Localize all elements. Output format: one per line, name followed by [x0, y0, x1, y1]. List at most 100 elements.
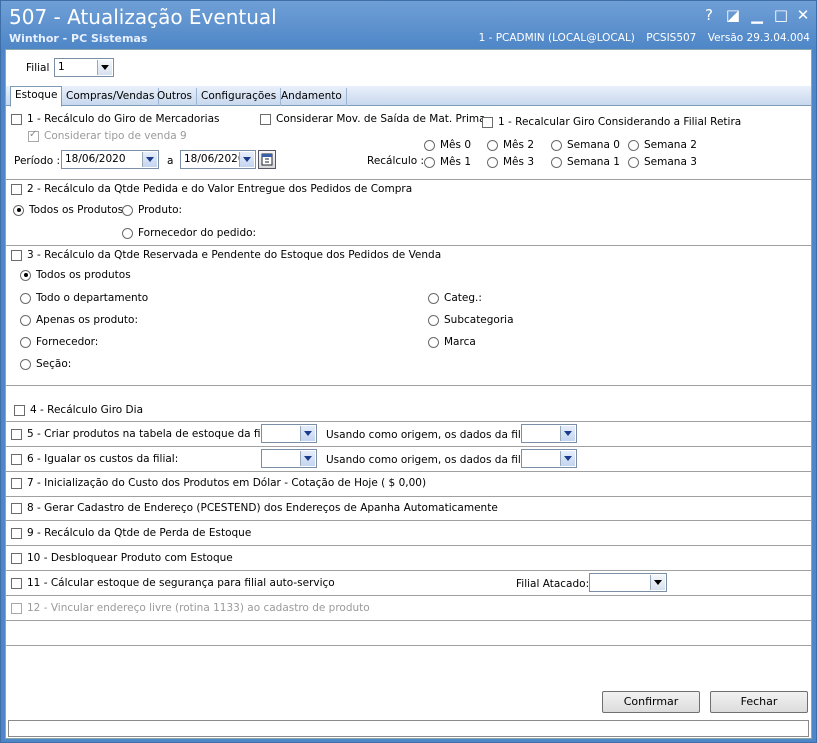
help-icon[interactable]: ?	[699, 6, 719, 24]
divider	[6, 446, 811, 447]
radio-label: Fornecedor do pedido:	[138, 227, 257, 239]
giro-checkbox[interactable]: 1 - Recálculo do Giro de Mercadorias	[11, 113, 220, 125]
radio-mes1[interactable]: Mês 1	[424, 156, 471, 168]
maximize-icon[interactable]: □	[771, 6, 791, 24]
sec2-radio-fornecedor[interactable]: Fornecedor do pedido:	[122, 227, 256, 239]
chevron-down-icon[interactable]	[300, 451, 315, 466]
radio-semana2[interactable]: Semana 2	[628, 139, 697, 151]
sec11-checkbox[interactable]: 11 - Cálcular estoque de segurança para …	[11, 577, 335, 589]
tab-andamento[interactable]: Andamento	[277, 88, 347, 106]
sec7-checkbox[interactable]: 7 - Inicialização do Custo dos Produtos …	[11, 477, 426, 489]
date-to-value: 18/06/2020	[184, 153, 245, 165]
restore-icon[interactable]: ◪	[723, 6, 743, 24]
checkbox-box[interactable]	[11, 113, 22, 125]
radio-mes2[interactable]: Mês 2	[487, 139, 534, 151]
tab-outros[interactable]: Outros	[153, 88, 198, 106]
radio-semana3[interactable]: Semana 3	[628, 156, 697, 168]
sec6-filial-select[interactable]	[261, 449, 317, 468]
radio-semana0[interactable]: Semana 0	[551, 139, 620, 151]
chevron-down-icon[interactable]	[97, 60, 112, 75]
tab-estoque[interactable]: Estoque	[10, 86, 63, 107]
radio-semana1[interactable]: Semana 1	[551, 156, 620, 168]
sec3-radio-secao[interactable]: Seção:	[20, 358, 71, 370]
sec6-checkbox[interactable]: 6 - Igualar os custos da filial:	[11, 453, 178, 465]
sec5-filial-select[interactable]	[261, 424, 317, 443]
filial-select[interactable]: 1	[54, 58, 114, 77]
chevron-down-icon[interactable]	[560, 426, 575, 441]
sec3-label: 3 - Recálculo da Qtde Reservada e Penden…	[27, 249, 442, 261]
user-info: 1 - PCADMIN (LOCAL@LOCAL)	[478, 32, 635, 44]
chevron-down-icon[interactable]	[650, 575, 665, 590]
divider	[6, 520, 811, 521]
sec2-radio-todos[interactable]: Todos os Produtos	[13, 204, 123, 216]
radio-label: Seção:	[36, 358, 72, 370]
close-icon[interactable]: ✕	[793, 6, 813, 24]
fechar-button[interactable]: Fechar	[710, 691, 808, 713]
radio-label: Mês 0	[440, 139, 472, 151]
sec3-radio-apenas[interactable]: Apenas os produto:	[20, 314, 138, 326]
chevron-down-icon[interactable]	[142, 152, 157, 167]
mov-saida-checkbox[interactable]: Considerar Mov. de Saída de Mat. Prima	[260, 113, 486, 125]
divider	[6, 421, 811, 422]
tab-strip: Estoque Compras/Vendas Outros Configuraç…	[6, 86, 811, 107]
filial-atacado-select[interactable]	[589, 573, 667, 592]
filial-retira-checkbox[interactable]: 1 - Recalcular Giro Considerando a Filia…	[482, 116, 741, 128]
minimize-icon[interactable]: ▁	[747, 6, 767, 24]
radio-label: Apenas os produto:	[36, 314, 139, 326]
confirmar-button[interactable]: Confirmar	[602, 691, 700, 713]
checkbox-box[interactable]	[482, 116, 493, 128]
sec9-checkbox[interactable]: 9 - Recálculo da Qtde de Perda de Estoqu…	[11, 527, 251, 539]
filial-value: 1	[58, 61, 65, 73]
sec2-checkbox[interactable]: 2 - Recálculo da Qtde Pedida e do Valor …	[11, 183, 412, 195]
calendar-icon[interactable]	[258, 150, 276, 169]
chevron-down-icon[interactable]	[239, 152, 254, 167]
sec6-origem-select[interactable]	[521, 449, 577, 468]
radio-label: Categ.:	[444, 292, 482, 304]
sec4-checkbox[interactable]: 4 - Recálculo Giro Dia	[14, 404, 143, 416]
recalculo-label: Recálculo :	[367, 155, 425, 167]
window-title: 507 - Atualização Eventual	[9, 5, 277, 29]
sec6-origem-label: Usando como origem, os dados da filial:	[326, 454, 537, 466]
date-to-picker[interactable]: 18/06/2020	[180, 150, 256, 169]
divider	[6, 496, 811, 497]
checkbox-box[interactable]	[260, 113, 271, 125]
radio-label: Semana 3	[644, 156, 697, 168]
sec3-radio-categ[interactable]: Categ.:	[428, 292, 482, 304]
sec4-label: 4 - Recálculo Giro Dia	[30, 404, 143, 416]
radio-mes3[interactable]: Mês 3	[487, 156, 534, 168]
sec3-radio-marca[interactable]: Marca	[428, 336, 476, 348]
mov-saida-label: Considerar Mov. de Saída de Mat. Prima	[276, 113, 486, 125]
radio-label: Todos os Produtos	[29, 204, 124, 216]
chevron-down-icon[interactable]	[560, 451, 575, 466]
sec3-radio-departamento[interactable]: Todo o departamento	[20, 292, 148, 304]
sec6-label: 6 - Igualar os custos da filial:	[27, 453, 179, 465]
sec12-checkbox: 12 - Vincular endereço livre (rotina 113…	[11, 602, 370, 614]
radio-label: Mês 1	[440, 156, 472, 168]
tab-compras-vendas[interactable]: Compras/Vendas	[62, 88, 160, 106]
sec3-radio-subcategoria[interactable]: Subcategoria	[428, 314, 514, 326]
sec3-radio-todos[interactable]: Todos os produtos	[20, 269, 131, 281]
sec3-checkbox[interactable]: 3 - Recálculo da Qtde Reservada e Penden…	[11, 249, 441, 261]
divider	[6, 595, 811, 596]
sec2-label: 2 - Recálculo da Qtde Pedida e do Valor …	[27, 183, 413, 195]
sec5-origem-label: Usando como origem, os dados da filial:	[326, 429, 537, 441]
divider	[6, 179, 811, 180]
radio-label: Semana 0	[567, 139, 620, 151]
version-info: Versão 29.3.04.004	[707, 32, 810, 44]
chevron-down-icon[interactable]	[300, 426, 315, 441]
giro-label: 1 - Recálculo do Giro de Mercadorias	[27, 113, 220, 125]
radio-mes0[interactable]: Mês 0	[424, 139, 471, 151]
sec8-checkbox[interactable]: 8 - Gerar Cadastro de Endereço (PCESTEND…	[11, 502, 498, 514]
tab-configuracoes[interactable]: Configurações	[197, 88, 282, 106]
radio-label: Semana 2	[644, 139, 697, 151]
client-area: Filial 1 Estoque Compras/Vendas Outros C…	[5, 49, 812, 739]
periodo-label: Período :	[14, 155, 61, 167]
sec5-origem-select[interactable]	[521, 424, 577, 443]
sec10-checkbox[interactable]: 10 - Desbloquear Produto com Estoque	[11, 552, 233, 564]
sec5-checkbox[interactable]: 5 - Criar produtos na tabela de estoque …	[11, 428, 279, 440]
date-from-picker[interactable]: 18/06/2020	[61, 150, 159, 169]
divider	[6, 570, 811, 571]
sec3-radio-fornecedor[interactable]: Fornecedor:	[20, 336, 98, 348]
sec2-radio-produto[interactable]: Produto:	[122, 204, 182, 216]
checkbox-box	[28, 129, 39, 142]
